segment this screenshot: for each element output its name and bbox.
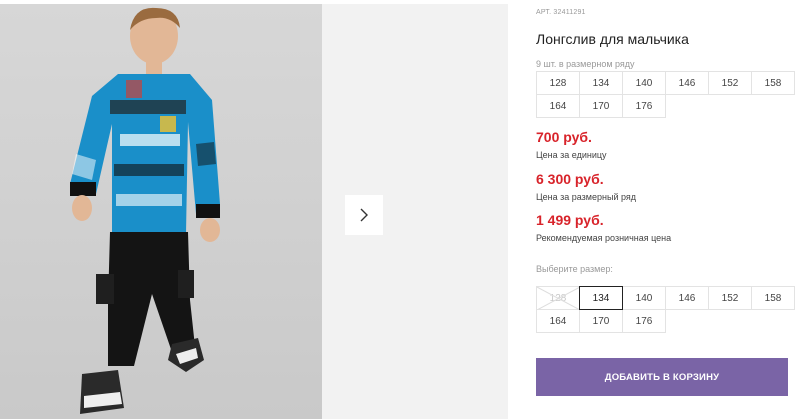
series-size-cell: 134 (579, 71, 623, 95)
retail-price: 1 499 руб. (536, 212, 604, 228)
series-size-cell: 170 (579, 94, 623, 118)
size-option[interactable]: 158 (751, 286, 795, 310)
size-option[interactable]: 164 (536, 309, 580, 333)
series-price: 6 300 руб. (536, 171, 604, 187)
strikethrough-icon (537, 287, 579, 309)
series-size-cell: 152 (708, 71, 752, 95)
size-option[interactable]: 176 (622, 309, 666, 333)
article-number: АРТ. 32411291 (536, 9, 586, 16)
unit-price: 700 руб. (536, 129, 592, 145)
series-size-cell: 146 (665, 71, 709, 95)
series-size-grid: 128 134 140 146 152 158 164 170 176 (536, 71, 795, 118)
size-option[interactable]: 140 (622, 286, 666, 310)
product-gallery (0, 0, 508, 419)
series-size-cell: 164 (536, 94, 580, 118)
gallery-next-button[interactable] (345, 195, 383, 235)
size-option[interactable]: 170 (579, 309, 623, 333)
series-size-cell: 140 (622, 71, 666, 95)
product-photo[interactable] (0, 4, 322, 419)
series-count-note: 9 шт. в размерном ряду (536, 59, 635, 69)
size-option-selected[interactable]: 134 (579, 286, 623, 310)
series-size-cell: 176 (622, 94, 666, 118)
add-to-cart-button[interactable]: ДОБАВИТЬ В КОРЗИНУ (536, 358, 788, 396)
retail-price-label: Рекомендуемая розничная цена (536, 233, 672, 243)
size-option-unavailable: 128 (536, 286, 580, 310)
size-picker-grid: 128 134 140 146 152 158 164 170 176 (536, 286, 795, 333)
series-price-label: Цена за размерный ряд (536, 192, 637, 202)
series-size-cell: 158 (751, 71, 795, 95)
product-title: Лонгслив для мальчика (536, 31, 689, 47)
unit-price-label: Цена за единицу (536, 150, 607, 160)
size-option[interactable]: 152 (708, 286, 752, 310)
size-option[interactable]: 146 (665, 286, 709, 310)
series-size-cell: 128 (536, 71, 580, 95)
choose-size-label: Выберите размер: (536, 264, 613, 274)
chevron-right-icon (360, 208, 368, 222)
boy-illustration (70, 7, 220, 414)
